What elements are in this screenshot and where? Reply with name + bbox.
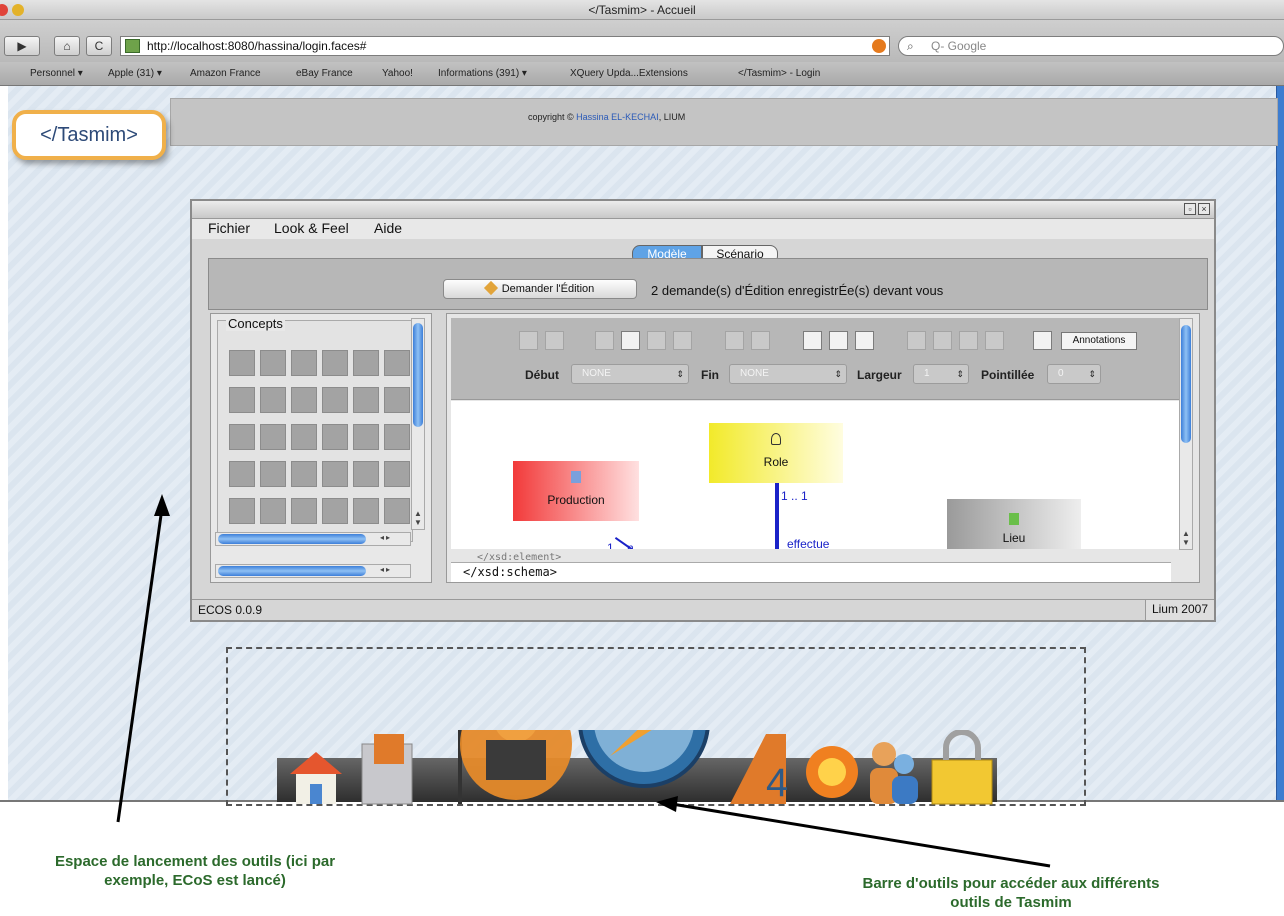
launch-space-caption: Espace de lancement des outils (ici par …	[54, 853, 336, 889]
left-arrow-head	[154, 494, 170, 516]
left-arrow-line	[116, 507, 164, 823]
right-arrow-line	[671, 802, 1051, 868]
toolbar-caption: Barre d'outils pour accéder aux différen…	[862, 875, 1160, 911]
screenshot-root: { "browser": { "window_title": "</Tasmim…	[0, 0, 1284, 916]
right-arrow-head	[656, 796, 678, 812]
annotation-arrows	[116, 494, 1051, 868]
